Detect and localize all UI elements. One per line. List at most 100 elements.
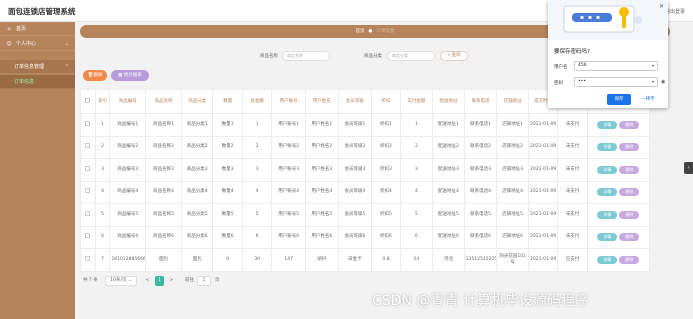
- row-checkbox[interactable]: [80, 248, 96, 272]
- product-name-input[interactable]: 商品名称: [282, 51, 330, 61]
- select-all-checkbox[interactable]: [80, 89, 96, 114]
- table-cell: 2021-01-09: [527, 158, 559, 182]
- table-cell: 河北: [432, 248, 465, 272]
- table-cell: 商品名称6: [145, 225, 182, 249]
- chevron-up-icon: ⌃: [64, 64, 69, 70]
- table-cell: 白金卡: [337, 248, 373, 272]
- eye-icon[interactable]: ◉: [661, 79, 665, 85]
- bulk-delete-button[interactable]: 🗑删除: [83, 70, 107, 81]
- table-cell: 商品分类4: [180, 180, 214, 204]
- table-cell: 联系电话4: [463, 180, 498, 204]
- sidebar-item-order-management[interactable]: 订单信息管理 ⌃: [0, 60, 75, 74]
- never-save-button[interactable]: 一律不: [635, 94, 661, 105]
- delete-button[interactable]: 删除: [619, 120, 640, 129]
- column-header[interactable]: 会员等级: [337, 89, 373, 114]
- row-checkbox[interactable]: [80, 135, 96, 159]
- detail-button[interactable]: 详情: [597, 210, 618, 219]
- row-checkbox[interactable]: [80, 225, 96, 249]
- user-icon: ☺: [6, 41, 12, 47]
- delete-button[interactable]: 删除: [619, 165, 640, 174]
- sidebar-item-profile[interactable]: ☺ 个人中心 ⌄: [0, 37, 75, 51]
- table-cell: 30: [241, 248, 273, 272]
- table-cell: 未支付: [557, 135, 588, 159]
- row-checkbox[interactable]: [80, 158, 96, 182]
- category-input[interactable]: 商品分类: [387, 51, 435, 61]
- column-header[interactable]: 用户姓名: [305, 89, 339, 114]
- delete-button[interactable]: 删除: [619, 143, 640, 152]
- column-header[interactable]: 商品编号: [109, 89, 147, 114]
- column-header[interactable]: 实付金额: [399, 89, 434, 114]
- table-cell: 折扣2: [371, 135, 401, 159]
- column-header[interactable]: 总金额: [241, 89, 273, 114]
- table-cell: 未支付: [557, 158, 588, 182]
- total-count: 共 7 条: [83, 278, 98, 283]
- row-checkbox[interactable]: [80, 180, 96, 204]
- breadcrumb-separator: ●: [368, 29, 373, 34]
- breadcrumb-home[interactable]: 首页: [356, 29, 365, 34]
- table-cell: 6: [241, 225, 273, 249]
- delete-button[interactable]: 删除: [619, 233, 640, 242]
- chevron-down-icon: ⌄: [127, 278, 132, 283]
- search-icon: ⌕: [447, 53, 451, 58]
- table-cell: 24: [399, 248, 434, 272]
- prev-page-button[interactable]: <: [143, 276, 152, 286]
- table-cell: 会员等级2: [337, 135, 373, 159]
- delete-button[interactable]: 删除: [619, 255, 640, 264]
- search-button[interactable]: ⌕ 查询: [440, 51, 468, 61]
- goto-page-input[interactable]: 1: [197, 276, 211, 286]
- row-actions: 详情 删除: [586, 203, 651, 227]
- table-cell: 店铺地址4: [496, 180, 529, 204]
- row-checkbox[interactable]: [80, 113, 96, 137]
- table-cell: 联系电话6: [463, 225, 498, 249]
- table-cell: 配送地址1: [432, 113, 465, 137]
- detail-button[interactable]: 详情: [597, 255, 618, 264]
- detail-button[interactable]: 详情: [597, 188, 618, 197]
- username-value: 456: [578, 63, 587, 68]
- column-header[interactable]: 店铺地址: [496, 89, 529, 114]
- next-page-button[interactable]: >: [167, 276, 176, 286]
- table-cell: 用户姓名2: [305, 135, 339, 159]
- detail-button[interactable]: 详情: [597, 120, 618, 129]
- row-actions: 详情 删除: [586, 180, 651, 204]
- table-cell: 商品名称5: [145, 203, 182, 227]
- table-cell: 折扣3: [371, 158, 401, 182]
- column-header[interactable]: 商品名称: [145, 89, 182, 114]
- column-header[interactable]: 数量: [212, 89, 243, 114]
- close-icon[interactable]: ✕: [659, 3, 664, 10]
- delete-button[interactable]: 删除: [619, 210, 640, 219]
- username-field[interactable]: 456 ▾: [574, 61, 658, 71]
- table-cell: 数量4: [212, 180, 243, 204]
- statistics-report-button[interactable]: ▦ 统计报表: [111, 70, 149, 81]
- page-size-select[interactable]: 10条/页 ⌄: [105, 276, 137, 286]
- page-size-value: 10条/页: [110, 278, 127, 283]
- page-number[interactable]: 1: [155, 276, 164, 286]
- side-panel-toggle[interactable]: ‹: [684, 162, 693, 174]
- table-cell: 数量6: [212, 225, 243, 249]
- row-actions: 详情 删除: [586, 113, 651, 137]
- table-cell: 会员等级6: [337, 225, 373, 249]
- save-password-button[interactable]: 保存: [607, 94, 631, 105]
- sidebar-item-orders[interactable]: 订单信息: [0, 75, 75, 89]
- table-cell: 商品名称3: [145, 158, 182, 182]
- table-cell: 2: [399, 135, 434, 159]
- table-cell: 联系电话3: [463, 158, 498, 182]
- column-header[interactable]: 折扣: [371, 89, 401, 114]
- detail-button[interactable]: 详情: [597, 143, 618, 152]
- column-header[interactable]: 用户账号: [271, 89, 306, 114]
- table-cell: 商品编号4: [109, 180, 147, 204]
- detail-button[interactable]: 详情: [597, 165, 618, 174]
- home-icon: ⌂: [7, 26, 11, 32]
- column-header[interactable]: 商品分类: [180, 89, 214, 114]
- column-header[interactable]: 配送地址: [432, 89, 465, 114]
- sidebar-item-label: 订单信息管理: [14, 64, 45, 70]
- delete-button[interactable]: 删除: [619, 188, 640, 197]
- password-field[interactable]: ••• ▾: [574, 77, 658, 87]
- column-header[interactable]: 联系电话: [463, 89, 498, 114]
- row-checkbox[interactable]: [80, 203, 96, 227]
- detail-button[interactable]: 详情: [597, 233, 618, 242]
- search-button-label: 查询: [451, 53, 461, 58]
- sidebar-item-home[interactable]: ⌂ 首页: [0, 22, 75, 36]
- table-cell: 商品分类1: [180, 113, 214, 137]
- table-cell: 店铺地址3: [496, 158, 529, 182]
- sidebar-item-label: 首页: [16, 26, 27, 32]
